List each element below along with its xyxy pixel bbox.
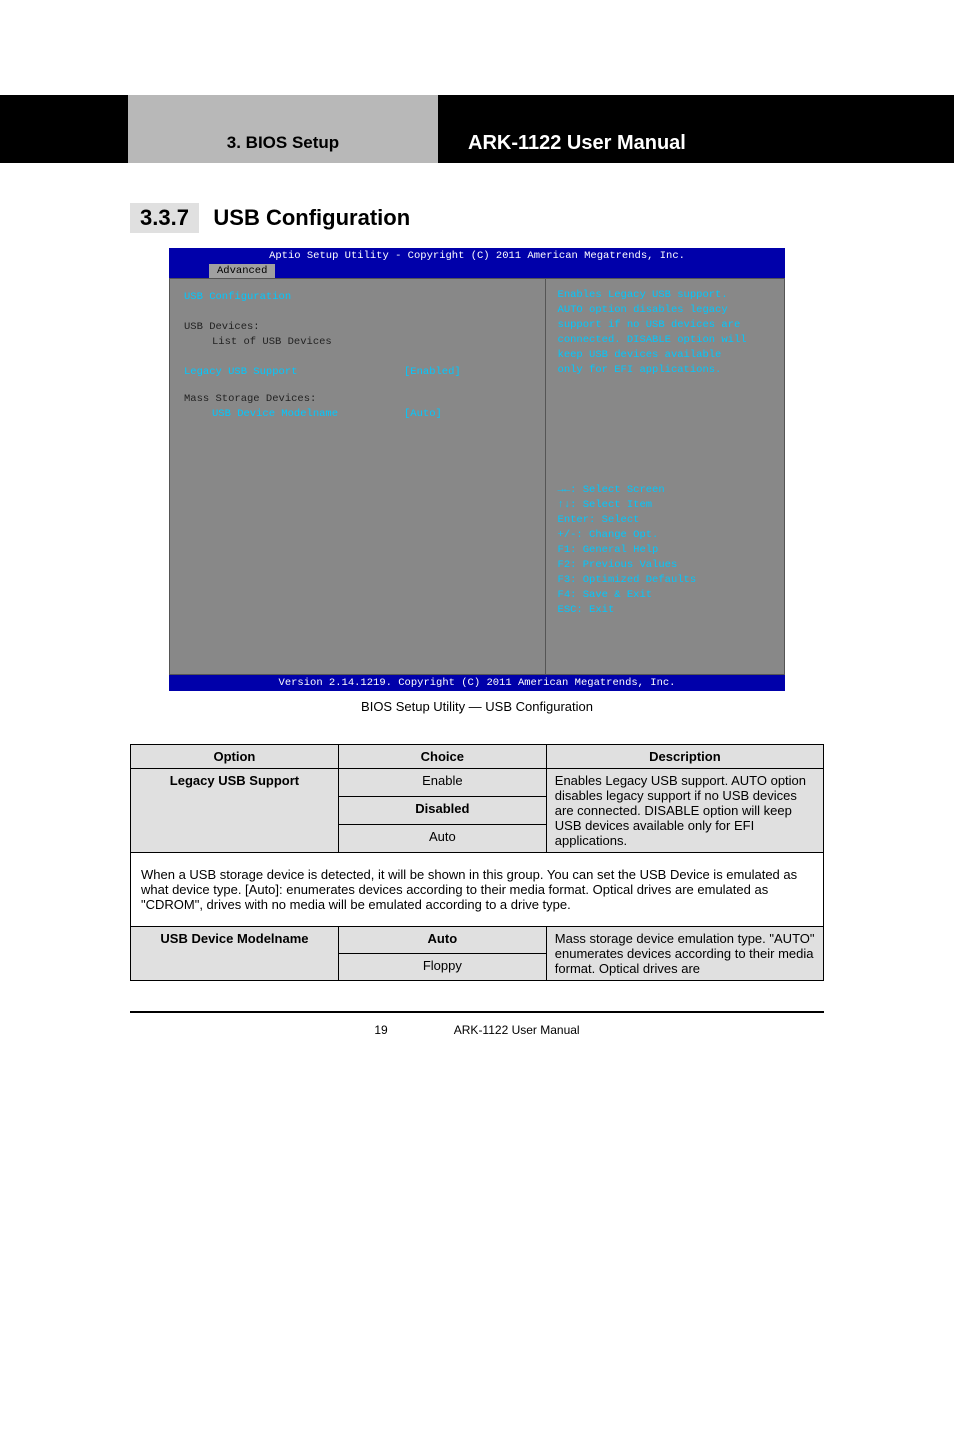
opt-usb-modelname: USB Device Modelname: [131, 927, 339, 981]
doc-name: ARK-1122 User Manual: [454, 1023, 580, 1037]
bios-option-usb-modelname[interactable]: USB Device Modelname [Auto]: [184, 408, 531, 420]
footer: 19 ARK-1122 User Manual: [0, 1023, 954, 1067]
nav-line: ↑↓: Select Item: [558, 499, 772, 513]
nav-line: +/-: Change Opt.: [558, 529, 772, 543]
col-option: Option: [131, 745, 339, 769]
col-choice: Choice: [338, 745, 546, 769]
blank: [558, 379, 772, 393]
figure-caption: BIOS Setup Utility — USB Configuration: [0, 699, 954, 714]
header-band-black-left: [0, 95, 128, 163]
nav-line: F1: General Help: [558, 544, 772, 558]
help-line: keep USB devices available: [558, 349, 772, 363]
section-title: USB Configuration: [213, 205, 410, 230]
help-line: only for EFI applications.: [558, 364, 772, 378]
bios-modelname-label: USB Device Modelname: [184, 408, 404, 420]
chapter-label: 3. BIOS Setup: [227, 133, 339, 153]
bios-option-legacy-usb[interactable]: Legacy USB Support [Enabled]: [184, 366, 531, 378]
header-band-black-right: ARK-1122 User Manual: [438, 95, 954, 163]
bios-footer-bar: Version 2.14.1219. Copyright (C) 2011 Am…: [169, 675, 785, 691]
bios-screenshot: Aptio Setup Utility - Copyright (C) 2011…: [169, 248, 785, 691]
choice-auto2: Auto: [338, 927, 546, 954]
header-band-gray: 3. BIOS Setup: [128, 95, 438, 163]
blank: [558, 409, 772, 423]
bios-right-pane: Enables Legacy USB support. AUTO option …: [545, 279, 784, 674]
col-description: Description: [546, 745, 823, 769]
help-line: connected. DISABLE option will: [558, 334, 772, 348]
section-number: 3.3.7: [130, 203, 199, 233]
table-row: USB Device Modelname Auto Mass storage d…: [131, 927, 824, 954]
choice-enable: Enable: [338, 769, 546, 797]
blank: [558, 454, 772, 468]
table-header-row: Option Choice Description: [131, 745, 824, 769]
blank: [184, 351, 531, 365]
nav-line: ESC: Exit: [558, 604, 772, 618]
bios-title-bar: Aptio Setup Utility - Copyright (C) 2011…: [169, 248, 785, 264]
blank: [558, 424, 772, 438]
bios-tab-row: Advanced: [169, 264, 785, 278]
choice-disabled: Disabled: [338, 797, 546, 825]
opt-legacy-usb: Legacy USB Support: [131, 769, 339, 853]
options-table-wrap: Option Choice Description Legacy USB Sup…: [130, 744, 824, 981]
bios-legacy-usb-value: [Enabled]: [404, 366, 461, 378]
choice-floppy: Floppy: [338, 954, 546, 981]
options-table: Option Choice Description Legacy USB Sup…: [130, 744, 824, 981]
page-number: 19: [374, 1023, 387, 1037]
blank: [558, 634, 772, 648]
desc-legacy-usb: Enables Legacy USB support. AUTO option …: [546, 769, 823, 853]
nav-line: F3: Optimized Defaults: [558, 574, 772, 588]
bios-usb-devices-label: USB Devices:: [184, 321, 531, 335]
bios-left-pane: USB Configuration USB Devices: List of U…: [170, 279, 545, 674]
nav-line: →←: Select Screen: [558, 484, 772, 498]
bios-usb-device-list: List of USB Devices: [184, 336, 531, 350]
nav-line: Enter: Select: [558, 514, 772, 528]
choice-auto: Auto: [338, 825, 546, 853]
blank: [558, 394, 772, 408]
desc-usb-modelname: Mass storage device emulation type. "AUT…: [546, 927, 823, 981]
table-row: Legacy USB Support Enable Enables Legacy…: [131, 769, 824, 797]
help-line: support if no USB devices are: [558, 319, 772, 333]
help-line: Enables Legacy USB support.: [558, 289, 772, 303]
bios-modelname-value: [Auto]: [404, 408, 442, 420]
blank: [184, 378, 531, 392]
bios-heading-usb-config: USB Configuration: [184, 291, 531, 305]
nav-line: F4: Save & Exit: [558, 589, 772, 603]
blank: [184, 306, 531, 320]
help-line: AUTO option disables legacy: [558, 304, 772, 318]
blank: [558, 469, 772, 483]
nav-line: F2: Previous Values: [558, 559, 772, 573]
footer-separator: [130, 1011, 824, 1013]
row-span-note: When a USB storage device is detected, i…: [131, 853, 824, 927]
bios-tab-advanced[interactable]: Advanced: [209, 264, 275, 278]
doc-title: ARK-1122 User Manual: [468, 132, 686, 155]
blank: [558, 619, 772, 633]
header-band: 3. BIOS Setup ARK-1122 User Manual: [0, 95, 954, 163]
bios-mass-storage-label: Mass Storage Devices:: [184, 393, 531, 407]
table-row: When a USB storage device is detected, i…: [131, 853, 824, 927]
bios-legacy-usb-label: Legacy USB Support: [184, 366, 404, 378]
blank: [558, 439, 772, 453]
section-heading: 3.3.7 USB Configuration: [130, 203, 954, 233]
bios-body: USB Configuration USB Devices: List of U…: [169, 278, 785, 675]
blank: [558, 649, 772, 663]
